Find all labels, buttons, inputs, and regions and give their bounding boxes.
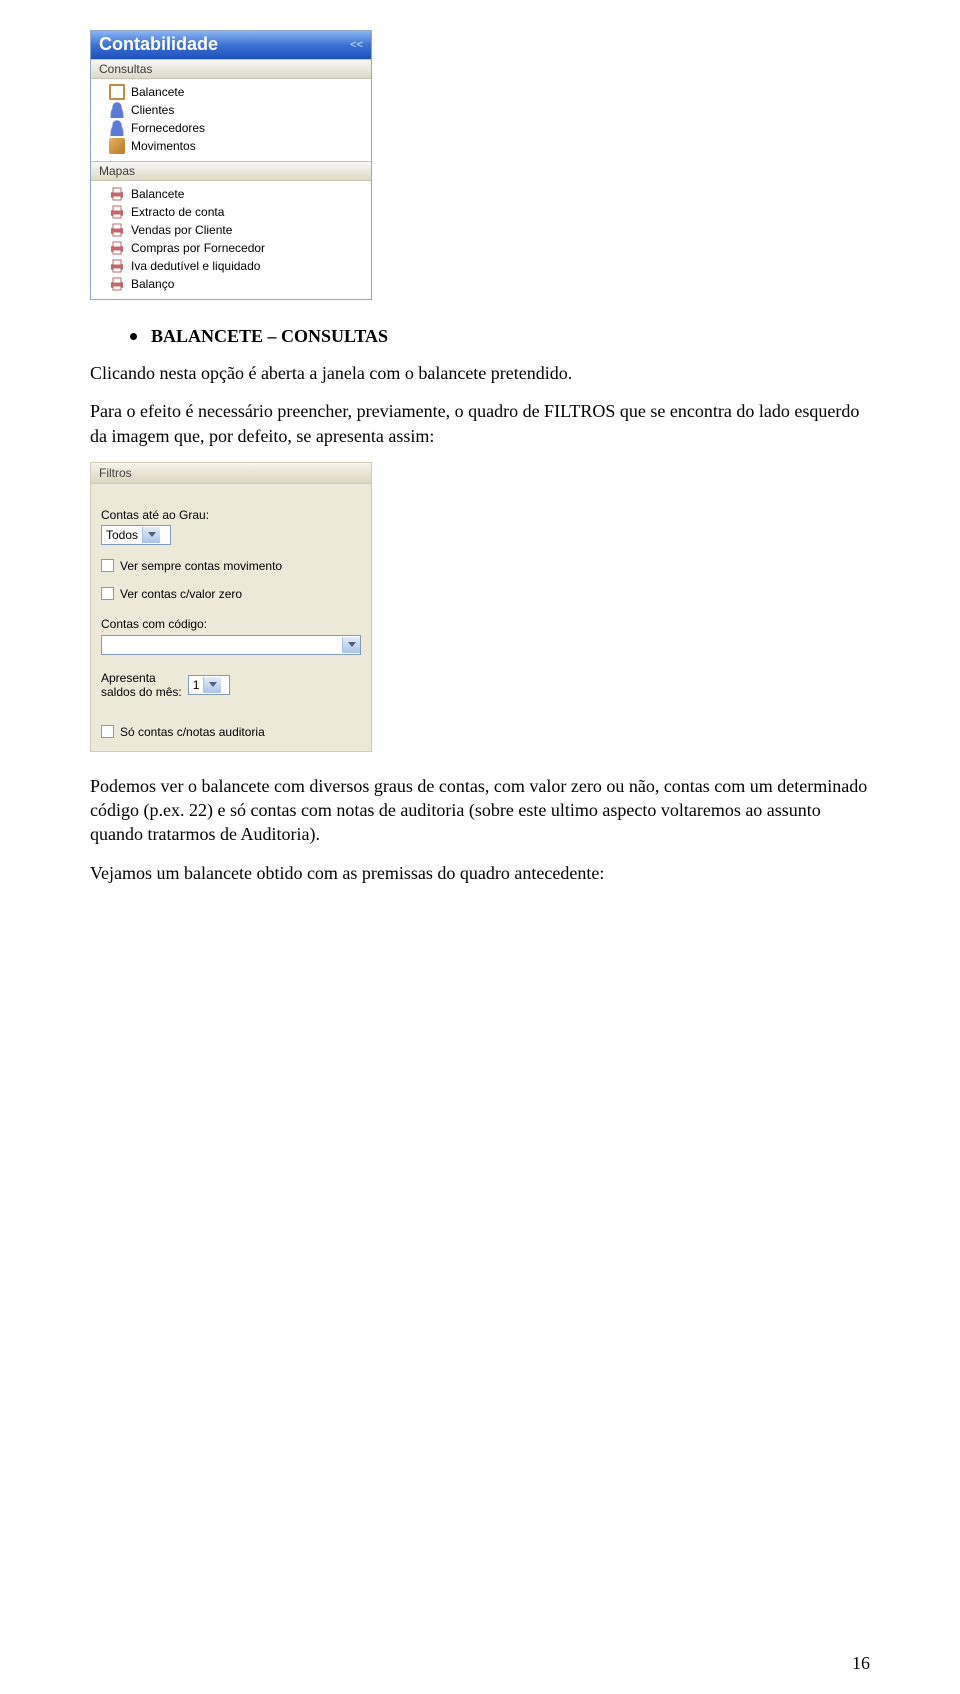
filtros-panel: Filtros Contas até ao Grau: Todos Ver se… bbox=[90, 462, 372, 752]
checkbox-icon[interactable] bbox=[101, 559, 114, 572]
sidebar-item-balancete[interactable]: Balancete bbox=[91, 83, 371, 101]
filtros-title: Filtros bbox=[91, 463, 371, 484]
mapas-list: Balancete Extracto de conta Vendas por C… bbox=[91, 185, 371, 293]
saldos-combo[interactable]: 1 bbox=[188, 675, 230, 695]
sidebar-item-movimentos[interactable]: Movimentos bbox=[91, 137, 371, 155]
cb-movimento-label: Ver sempre contas movimento bbox=[120, 559, 282, 573]
codigo-combo[interactable] bbox=[101, 635, 361, 655]
document-icon bbox=[109, 84, 125, 100]
consultas-list: Balancete Clientes Fornecedores Moviment… bbox=[91, 83, 371, 155]
sidebar-item-label: Balancete bbox=[131, 85, 184, 99]
paragraph-1: Clicando nesta opção é aberta a janela c… bbox=[90, 361, 870, 385]
section-heading: BALANCETE – CONSULTAS bbox=[90, 326, 870, 347]
checkbox-icon[interactable] bbox=[101, 587, 114, 600]
cb-valor-zero-label: Ver contas c/valor zero bbox=[120, 587, 242, 601]
chevron-down-icon[interactable] bbox=[203, 677, 221, 693]
printer-icon bbox=[109, 240, 125, 256]
saldos-label-a: Apresenta bbox=[101, 671, 182, 685]
sidebar-title: Contabilidade bbox=[99, 34, 218, 55]
cb-valor-zero-row[interactable]: Ver contas c/valor zero bbox=[101, 587, 361, 601]
sidebar-item-label: Balancete bbox=[131, 187, 184, 201]
grau-value: Todos bbox=[106, 528, 138, 542]
sidebar-item-label: Movimentos bbox=[131, 139, 196, 153]
paragraph-3: Podemos ver o balancete com diversos gra… bbox=[90, 774, 870, 847]
grau-label: Contas até ao Grau: bbox=[101, 508, 361, 522]
checkbox-icon[interactable] bbox=[101, 725, 114, 738]
sidebar-item-compras-fornecedor[interactable]: Compras por Fornecedor bbox=[91, 239, 371, 257]
codigo-label: Contas com código: bbox=[101, 617, 361, 631]
section-consultas-title[interactable]: Consultas bbox=[91, 59, 371, 79]
section-mapas-title[interactable]: Mapas bbox=[91, 161, 371, 181]
sidebar-contabilidade: Contabilidade << Consultas Balancete Cli… bbox=[90, 30, 372, 300]
sidebar-item-label: Vendas por Cliente bbox=[131, 223, 232, 237]
chevron-down-icon[interactable] bbox=[342, 637, 360, 653]
paragraph-4: Vejamos um balancete obtido com as premi… bbox=[90, 861, 870, 885]
saldos-label-b: saldos do mês: bbox=[101, 685, 182, 699]
sidebar-item-label: Extracto de conta bbox=[131, 205, 224, 219]
printer-icon bbox=[109, 258, 125, 274]
page-number: 16 bbox=[852, 1653, 870, 1674]
bullet-icon bbox=[130, 333, 137, 340]
person-icon bbox=[109, 120, 125, 136]
printer-icon bbox=[109, 204, 125, 220]
sidebar-item-extracto[interactable]: Extracto de conta bbox=[91, 203, 371, 221]
sidebar-item-label: Compras por Fornecedor bbox=[131, 241, 265, 255]
person-icon bbox=[109, 102, 125, 118]
chevron-down-icon[interactable] bbox=[142, 527, 160, 543]
grau-combo[interactable]: Todos bbox=[101, 525, 171, 545]
section-heading-text: BALANCETE – CONSULTAS bbox=[151, 326, 388, 346]
sidebar-header[interactable]: Contabilidade << bbox=[91, 31, 371, 59]
paragraph-2: Para o efeito é necessário preencher, pr… bbox=[90, 399, 870, 448]
cb-auditoria-row[interactable]: Só contas c/notas auditoria bbox=[101, 725, 361, 739]
sidebar-item-label: Iva dedutível e liquidado bbox=[131, 259, 260, 273]
sidebar-item-balanco[interactable]: Balanço bbox=[91, 275, 371, 293]
saldos-value: 1 bbox=[193, 678, 200, 692]
printer-icon bbox=[109, 186, 125, 202]
sidebar-item-label: Clientes bbox=[131, 103, 174, 117]
cb-movimento-row[interactable]: Ver sempre contas movimento bbox=[101, 559, 361, 573]
box-icon bbox=[109, 138, 125, 154]
printer-icon bbox=[109, 222, 125, 238]
sidebar-item-label: Balanço bbox=[131, 277, 174, 291]
sidebar-item-fornecedores[interactable]: Fornecedores bbox=[91, 119, 371, 137]
sidebar-item-vendas-cliente[interactable]: Vendas por Cliente bbox=[91, 221, 371, 239]
sidebar-item-clientes[interactable]: Clientes bbox=[91, 101, 371, 119]
collapse-icon[interactable]: << bbox=[350, 39, 363, 51]
cb-auditoria-label: Só contas c/notas auditoria bbox=[120, 725, 265, 739]
sidebar-item-label: Fornecedores bbox=[131, 121, 205, 135]
sidebar-item-iva[interactable]: Iva dedutível e liquidado bbox=[91, 257, 371, 275]
printer-icon bbox=[109, 276, 125, 292]
sidebar-item-mapas-balancete[interactable]: Balancete bbox=[91, 185, 371, 203]
